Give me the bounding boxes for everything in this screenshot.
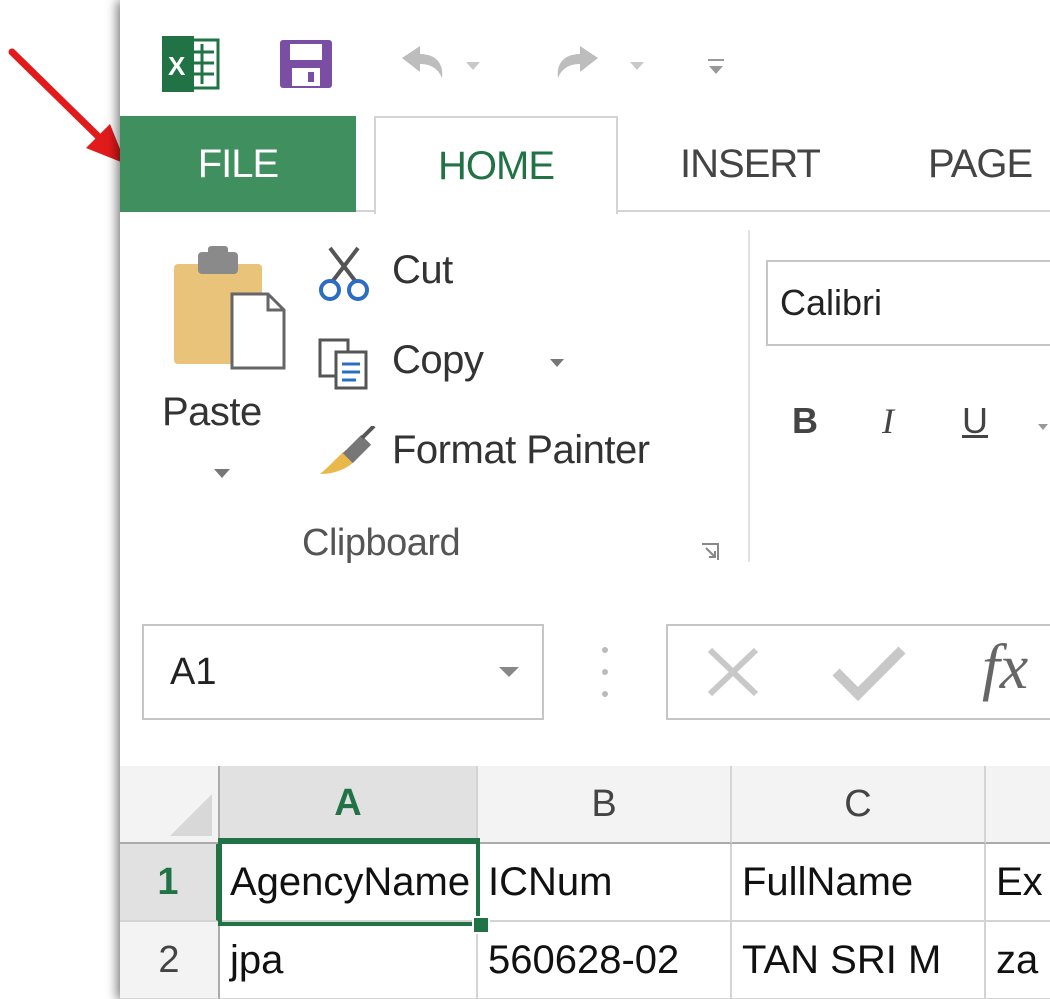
copy-dropdown-icon[interactable] (548, 356, 566, 370)
cell-d2[interactable]: za (986, 922, 1050, 999)
cell-a1[interactable]: AgencyName (220, 844, 478, 922)
cell-b1[interactable]: ICNum (478, 844, 732, 922)
cell-a2[interactable]: jpa (220, 922, 478, 999)
column-header-d[interactable] (986, 766, 1050, 844)
clipboard-group-label: Clipboard (302, 522, 461, 564)
spreadsheet-grid: A B C 1 2 AgencyName ICNum FullName Ex j… (120, 766, 1050, 999)
row-header-1[interactable]: 1 (120, 844, 220, 922)
column-header-a[interactable]: A (220, 766, 478, 844)
paste-label: Paste (162, 390, 262, 434)
row-header-2[interactable]: 2 (120, 922, 220, 999)
name-box-dropdown-icon[interactable] (496, 662, 522, 682)
cell-c2[interactable]: TAN SRI M (732, 922, 986, 999)
svg-text:X: X (168, 51, 186, 81)
fill-handle[interactable] (472, 916, 490, 934)
copy-icon (318, 338, 368, 390)
formula-bar: A1 fx (120, 582, 1050, 766)
tab-insert[interactable]: INSERT (660, 116, 840, 212)
paste-dropdown-icon (214, 469, 230, 478)
paste-icon (174, 246, 286, 370)
customize-qat-icon[interactable] (700, 50, 732, 82)
paste-button[interactable]: Paste (160, 242, 290, 492)
copy-button[interactable]: Copy (316, 332, 576, 396)
cell-d1[interactable]: Ex (986, 844, 1050, 922)
save-icon[interactable] (278, 38, 334, 90)
excel-icon[interactable]: X (160, 36, 222, 92)
format-painter-button[interactable]: Format Painter (316, 422, 716, 486)
italic-button[interactable]: I (882, 400, 894, 442)
cell-b2[interactable]: 560628-02 (478, 922, 732, 999)
select-all-corner[interactable] (120, 766, 220, 844)
cut-button[interactable]: Cut (316, 242, 516, 306)
cut-label: Cut (392, 248, 453, 292)
ribbon-tabs: FILE HOME INSERT PAGE (120, 116, 1050, 214)
tab-home[interactable]: HOME (374, 116, 618, 214)
tab-file[interactable]: FILE (120, 116, 356, 212)
red-arrow-icon (8, 48, 126, 164)
cancel-icon[interactable] (698, 642, 768, 702)
underline-button[interactable]: U (962, 400, 988, 442)
dialog-launcher-icon[interactable] (700, 542, 720, 562)
copy-label: Copy (392, 338, 484, 382)
font-name-box[interactable]: Calibri (766, 260, 1050, 346)
excel-window: X FILE HOME INSERT PAGE Paste Cut Copy F… (120, 0, 1050, 999)
cell-c1[interactable]: FullName (732, 844, 986, 922)
enter-check-icon[interactable] (828, 642, 908, 702)
format-painter-label: Format Painter (392, 428, 650, 472)
formula-icons-area: fx (666, 624, 1050, 720)
redo-icon[interactable] (546, 40, 656, 90)
format-painter-icon (320, 426, 376, 474)
column-header-b[interactable]: B (478, 766, 732, 844)
tab-page-layout[interactable]: PAGE (928, 116, 1050, 212)
scissors-icon (319, 246, 369, 301)
undo-icon[interactable] (392, 40, 488, 90)
formula-bar-grip-icon (602, 647, 608, 697)
insert-function-button[interactable]: fx (982, 630, 1028, 704)
ribbon-home: Paste Cut Copy Format Painter Clipboard … (120, 212, 1050, 584)
name-box[interactable]: A1 (142, 624, 544, 720)
group-separator (748, 230, 750, 562)
bold-button[interactable]: B (792, 400, 818, 442)
underline-dropdown-icon[interactable] (1036, 420, 1050, 434)
column-header-c[interactable]: C (732, 766, 986, 844)
quick-access-toolbar: X (120, 0, 1050, 118)
